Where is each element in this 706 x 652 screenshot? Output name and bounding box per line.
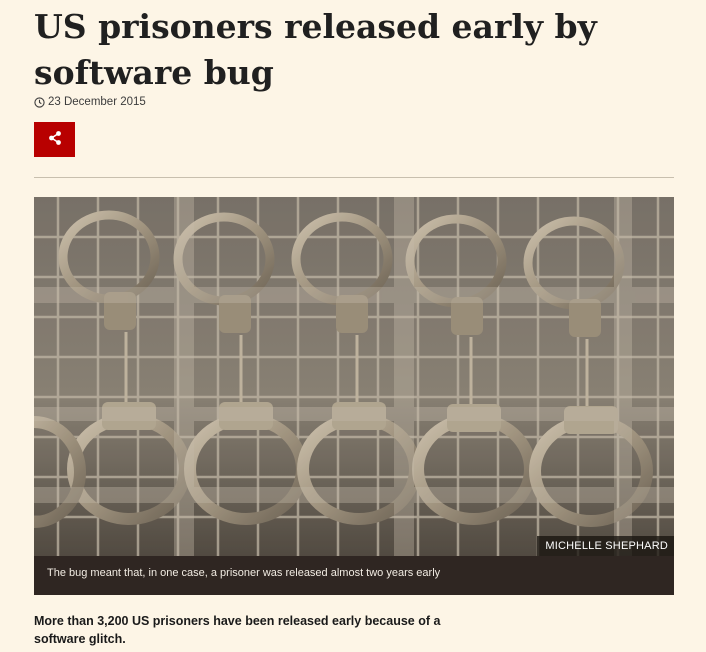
clock-icon [34, 96, 45, 108]
article-date: 23 December 2015 [48, 96, 146, 108]
article-headline: US prisoners released early by software … [34, 7, 597, 92]
article-lede: More than 3,200 US prisoners have been r… [34, 614, 441, 646]
photo-credit: MICHELLE SHEPHARD [537, 536, 674, 556]
article-figure: MICHELLE SHEPHARD The bug meant that, in… [34, 197, 674, 595]
header-divider [34, 177, 674, 178]
photo-caption: The bug meant that, in one case, a priso… [34, 556, 674, 595]
share-button[interactable] [34, 122, 75, 157]
handcuffs-photo: MICHELLE SHEPHARD [34, 197, 674, 556]
article-dateline: 23 December 2015 [34, 96, 146, 108]
share-icon [47, 130, 63, 150]
